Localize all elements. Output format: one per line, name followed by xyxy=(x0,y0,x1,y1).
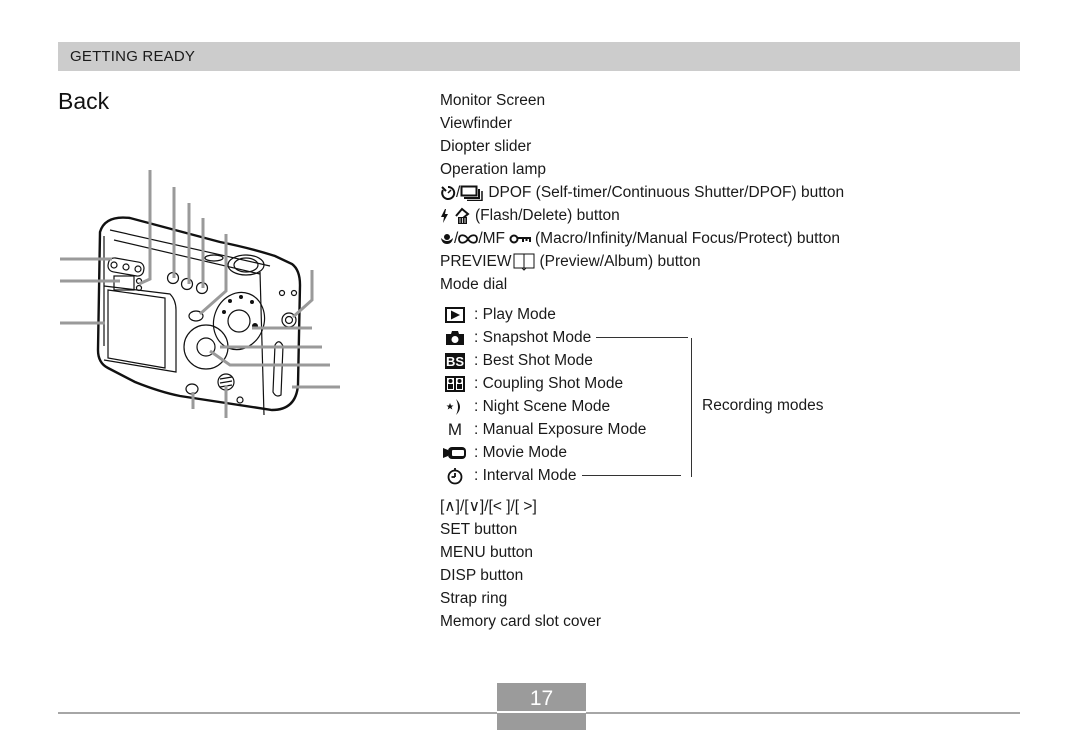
camera-back-illustration xyxy=(60,170,340,418)
list-item: / DPOF (Self-timer/Continuous Shutter/DP… xyxy=(440,181,844,204)
list-item: Strap ring xyxy=(440,590,508,607)
svg-text:BS: BS xyxy=(446,354,464,369)
section-header-bar: GETTING READY xyxy=(58,42,1020,71)
parts-list: Monitor Screen Viewfinder Diopter slider… xyxy=(440,89,844,304)
mode-item: : Play Mode xyxy=(440,303,688,326)
memory-card-slot xyxy=(272,341,284,397)
macro-icon xyxy=(440,232,454,246)
list-item: SET button xyxy=(440,521,518,538)
list-item: Operation lamp xyxy=(440,161,546,178)
bracket-tick xyxy=(596,337,689,338)
list-item: Memory card slot cover xyxy=(440,613,602,630)
list-item: (Flash/Delete) button xyxy=(440,204,844,227)
viewfinder-panel xyxy=(107,257,145,277)
camera-body-outline xyxy=(96,216,302,412)
mode-item: : Movie Mode xyxy=(440,441,688,464)
mode-dial-list: : Play Mode : Snapshot Mode BS : Best Sh… xyxy=(440,303,689,487)
list-item: Mode dial xyxy=(440,276,508,293)
play-mode-icon xyxy=(440,306,470,323)
manual-exposure-icon: M xyxy=(447,420,463,439)
direction-buttons-label: [∧]/[∨]/[< ]/[ >] xyxy=(440,498,537,515)
list-item: PREVIEW (Preview/Album) button xyxy=(440,253,701,271)
best-shot-icon: BS xyxy=(440,352,470,369)
list-item: Monitor Screen xyxy=(440,92,546,109)
delete-icon xyxy=(453,207,471,225)
list-item: Viewfinder xyxy=(440,115,513,132)
mode-item: M : Manual Exposure Mode xyxy=(440,418,688,441)
leader-set-button xyxy=(209,349,330,367)
page-number-box: 17 xyxy=(497,683,586,730)
flash-button xyxy=(180,277,194,291)
coupling-shot-icon xyxy=(440,375,470,392)
recording-modes-label: Recording modes xyxy=(702,397,824,414)
mode-item: : Night Scene Mode xyxy=(440,395,688,418)
night-scene-icon xyxy=(440,398,470,416)
list-item: Diopter slider xyxy=(440,138,532,155)
page-title: Back xyxy=(58,88,110,114)
continuous-shutter-icon xyxy=(460,185,484,201)
parts-list-continued: [∧]/[∨]/[< ]/[ >] SET button MENU button… xyxy=(440,495,601,633)
interval-clock-icon xyxy=(440,467,470,485)
protect-key-icon xyxy=(509,234,531,244)
page-box-divider xyxy=(497,711,586,713)
movie-camera-icon xyxy=(440,445,470,461)
flash-icon xyxy=(440,208,449,224)
recording-modes-bracket xyxy=(691,338,692,477)
bracket-tick xyxy=(581,475,681,476)
mode-item: : Snapshot Mode xyxy=(440,326,689,349)
list-item: / /MF (Macro/Infinity/Manual Focus/Prote… xyxy=(440,227,844,250)
monitor-screen xyxy=(107,289,166,369)
album-icon xyxy=(513,253,535,271)
infinity-icon xyxy=(458,233,479,244)
section-header-title: GETTING READY xyxy=(70,48,196,65)
self-timer-icon xyxy=(440,185,456,201)
snapshot-camera-icon xyxy=(440,330,470,346)
list-item: DISP button xyxy=(440,567,524,584)
mode-item: : Interval Mode xyxy=(440,464,688,487)
mode-item: : Coupling Shot Mode xyxy=(440,372,688,395)
list-item: MENU button xyxy=(440,544,534,561)
mode-item: BS : Best Shot Mode xyxy=(440,349,688,372)
page-number: 17 xyxy=(529,687,554,710)
list-item: [∧]/[∨]/[< ]/[ >] xyxy=(440,495,601,518)
